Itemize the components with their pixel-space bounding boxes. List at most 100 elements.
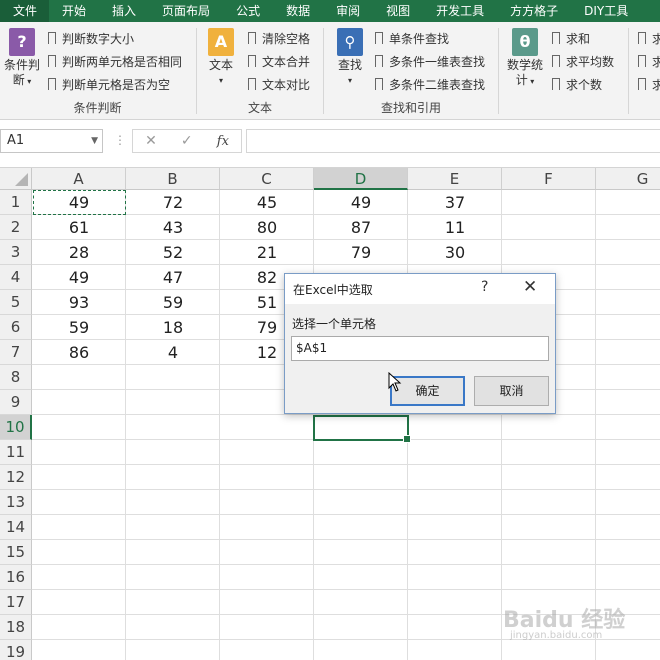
formula-input[interactable] <box>246 129 660 153</box>
name-box[interactable]: A1 ▼ <box>0 129 103 153</box>
row-header[interactable]: 17 <box>0 590 32 615</box>
bookmark-icon <box>48 55 56 68</box>
cell[interactable]: 80 <box>220 215 314 240</box>
row-header[interactable]: 14 <box>0 515 32 540</box>
cell[interactable]: 4 <box>126 340 220 365</box>
ribbon-tab[interactable]: 页面布局 <box>149 0 223 22</box>
row-header[interactable]: 12 <box>0 465 32 490</box>
cell[interactable]: 21 <box>220 240 314 265</box>
clear-spaces-button[interactable]: 清除空格 <box>248 28 310 48</box>
extra-math-button-3[interactable]: 求 <box>638 74 660 94</box>
help-icon[interactable]: ? <box>481 279 488 295</box>
row-header[interactable]: 3 <box>0 240 32 265</box>
ribbon-tab[interactable]: 开发工具 <box>423 0 497 22</box>
cell[interactable]: 49 <box>314 190 408 215</box>
column-header[interactable]: A <box>32 168 126 190</box>
ribbon-tab[interactable]: 插入 <box>99 0 149 22</box>
column-header[interactable]: C <box>220 168 314 190</box>
cell[interactable]: 18 <box>126 315 220 340</box>
cell[interactable]: 79 <box>314 240 408 265</box>
select-all-button[interactable] <box>0 168 32 190</box>
multi-condition-1d-lookup-button[interactable]: 多条件一维表查找 <box>375 51 485 71</box>
cell-reference-input[interactable]: $A$1 <box>291 336 549 361</box>
cell[interactable]: 43 <box>126 215 220 240</box>
judge-two-cells-same-button[interactable]: 判断两单元格是否相同 <box>48 51 182 71</box>
cell[interactable]: 93 <box>32 290 126 315</box>
column-header[interactable]: E <box>408 168 502 190</box>
row-header[interactable]: 8 <box>0 365 32 390</box>
select-cell-dialog: 在Excel中选取 ? ✕ 选择一个单元格 $A$1 确定 取消 <box>284 273 556 414</box>
row-header[interactable]: 5 <box>0 290 32 315</box>
multi-condition-2d-lookup-button[interactable]: 多条件二维表查找 <box>375 74 485 94</box>
condition-judge-label-2: 断 <box>12 73 25 87</box>
extra-math-button-2[interactable]: 求 <box>638 51 660 71</box>
column-header[interactable]: G <box>596 168 660 190</box>
column-header[interactable]: B <box>126 168 220 190</box>
row-header[interactable]: 1 <box>0 190 32 215</box>
dialog-title-bar[interactable]: 在Excel中选取 ? ✕ <box>285 274 555 304</box>
ribbon-tab[interactable]: 审阅 <box>323 0 373 22</box>
ribbon-tab[interactable]: 视图 <box>373 0 423 22</box>
cell[interactable]: 86 <box>32 340 126 365</box>
insert-function-button[interactable]: fx <box>217 134 229 149</box>
grid-line <box>32 464 660 465</box>
cell[interactable]: 47 <box>126 265 220 290</box>
text-compare-button[interactable]: 文本对比 <box>248 74 310 94</box>
ribbon-tab[interactable]: 方方格子 <box>497 0 571 22</box>
ribbon-tab[interactable]: DIY工具 <box>571 0 641 22</box>
row-header[interactable]: 2 <box>0 215 32 240</box>
sum-button[interactable]: 求和 <box>552 28 590 48</box>
chevron-down-icon[interactable]: ▼ <box>91 130 98 152</box>
extra-math-button-1[interactable]: 求 <box>638 28 660 48</box>
cell[interactable]: 61 <box>32 215 126 240</box>
confirm-formula-icon[interactable]: ✓ <box>181 133 193 149</box>
cell[interactable]: 72 <box>126 190 220 215</box>
judge-cell-empty-button[interactable]: 判断单元格是否为空 <box>48 74 170 94</box>
ribbon-tab[interactable]: 开始 <box>49 0 99 22</box>
count-button[interactable]: 求个数 <box>552 74 602 94</box>
single-condition-lookup-button[interactable]: 单条件查找 <box>375 28 449 48</box>
row-header[interactable]: 13 <box>0 490 32 515</box>
condition-judge-button[interactable]: ? 条件判 断 ▾ <box>2 28 42 89</box>
row-header[interactable]: 11 <box>0 440 32 465</box>
ribbon-tab[interactable]: 公式 <box>223 0 273 22</box>
row-header[interactable]: 7 <box>0 340 32 365</box>
worksheet-grid[interactable]: A B C D E F G 1 2 3 4 5 6 7 8 9 10 11 12 13 14 15 16 17 18 19 49 72… <box>0 168 660 660</box>
text-button[interactable]: A 文本 ▾ <box>204 28 238 88</box>
cell[interactable]: 59 <box>32 315 126 340</box>
row-header[interactable]: 19 <box>0 640 32 660</box>
cell[interactable]: 28 <box>32 240 126 265</box>
column-header[interactable]: F <box>502 168 596 190</box>
row-header[interactable]: 6 <box>0 315 32 340</box>
row-header[interactable]: 4 <box>0 265 32 290</box>
row-header[interactable]: 10 <box>0 415 32 440</box>
cancel-formula-icon[interactable]: ✕ <box>145 133 157 149</box>
cell[interactable]: 37 <box>408 190 502 215</box>
lookup-button[interactable]: ⚲ 查找 ▾ <box>333 28 367 88</box>
cell[interactable]: 87 <box>314 215 408 240</box>
judge-number-size-button[interactable]: 判断数字大小 <box>48 28 134 48</box>
ribbon-separator <box>628 28 629 114</box>
ribbon-tab[interactable]: 数据 <box>273 0 323 22</box>
cell[interactable]: 45 <box>220 190 314 215</box>
cell[interactable]: 49 <box>32 265 126 290</box>
average-button[interactable]: 求平均数 <box>552 51 614 71</box>
row-header[interactable]: 15 <box>0 540 32 565</box>
math-stats-button[interactable]: θ 数学统 计 ▾ <box>504 28 546 89</box>
text-merge-button[interactable]: 文本合并 <box>248 51 310 71</box>
column-header[interactable]: D <box>314 168 408 190</box>
cancel-button[interactable]: 取消 <box>474 376 549 406</box>
ribbon: ? 条件判 断 ▾ 判断数字大小 判断两单元格是否相同 判断单元格是否为空 条件… <box>0 22 660 120</box>
ribbon-tab[interactable]: 文件 <box>0 0 50 22</box>
dropdown-arrow-icon: ▾ <box>347 76 352 85</box>
row-header[interactable]: 9 <box>0 390 32 415</box>
cell[interactable]: 52 <box>126 240 220 265</box>
row-header[interactable]: 18 <box>0 615 32 640</box>
cell[interactable]: 59 <box>126 290 220 315</box>
cell[interactable]: 11 <box>408 215 502 240</box>
single-condition-lookup-label: 单条件查找 <box>389 31 450 46</box>
close-icon[interactable]: ✕ <box>523 277 537 297</box>
row-header[interactable]: 16 <box>0 565 32 590</box>
cell[interactable]: 30 <box>408 240 502 265</box>
active-cell-selection[interactable] <box>313 415 411 443</box>
